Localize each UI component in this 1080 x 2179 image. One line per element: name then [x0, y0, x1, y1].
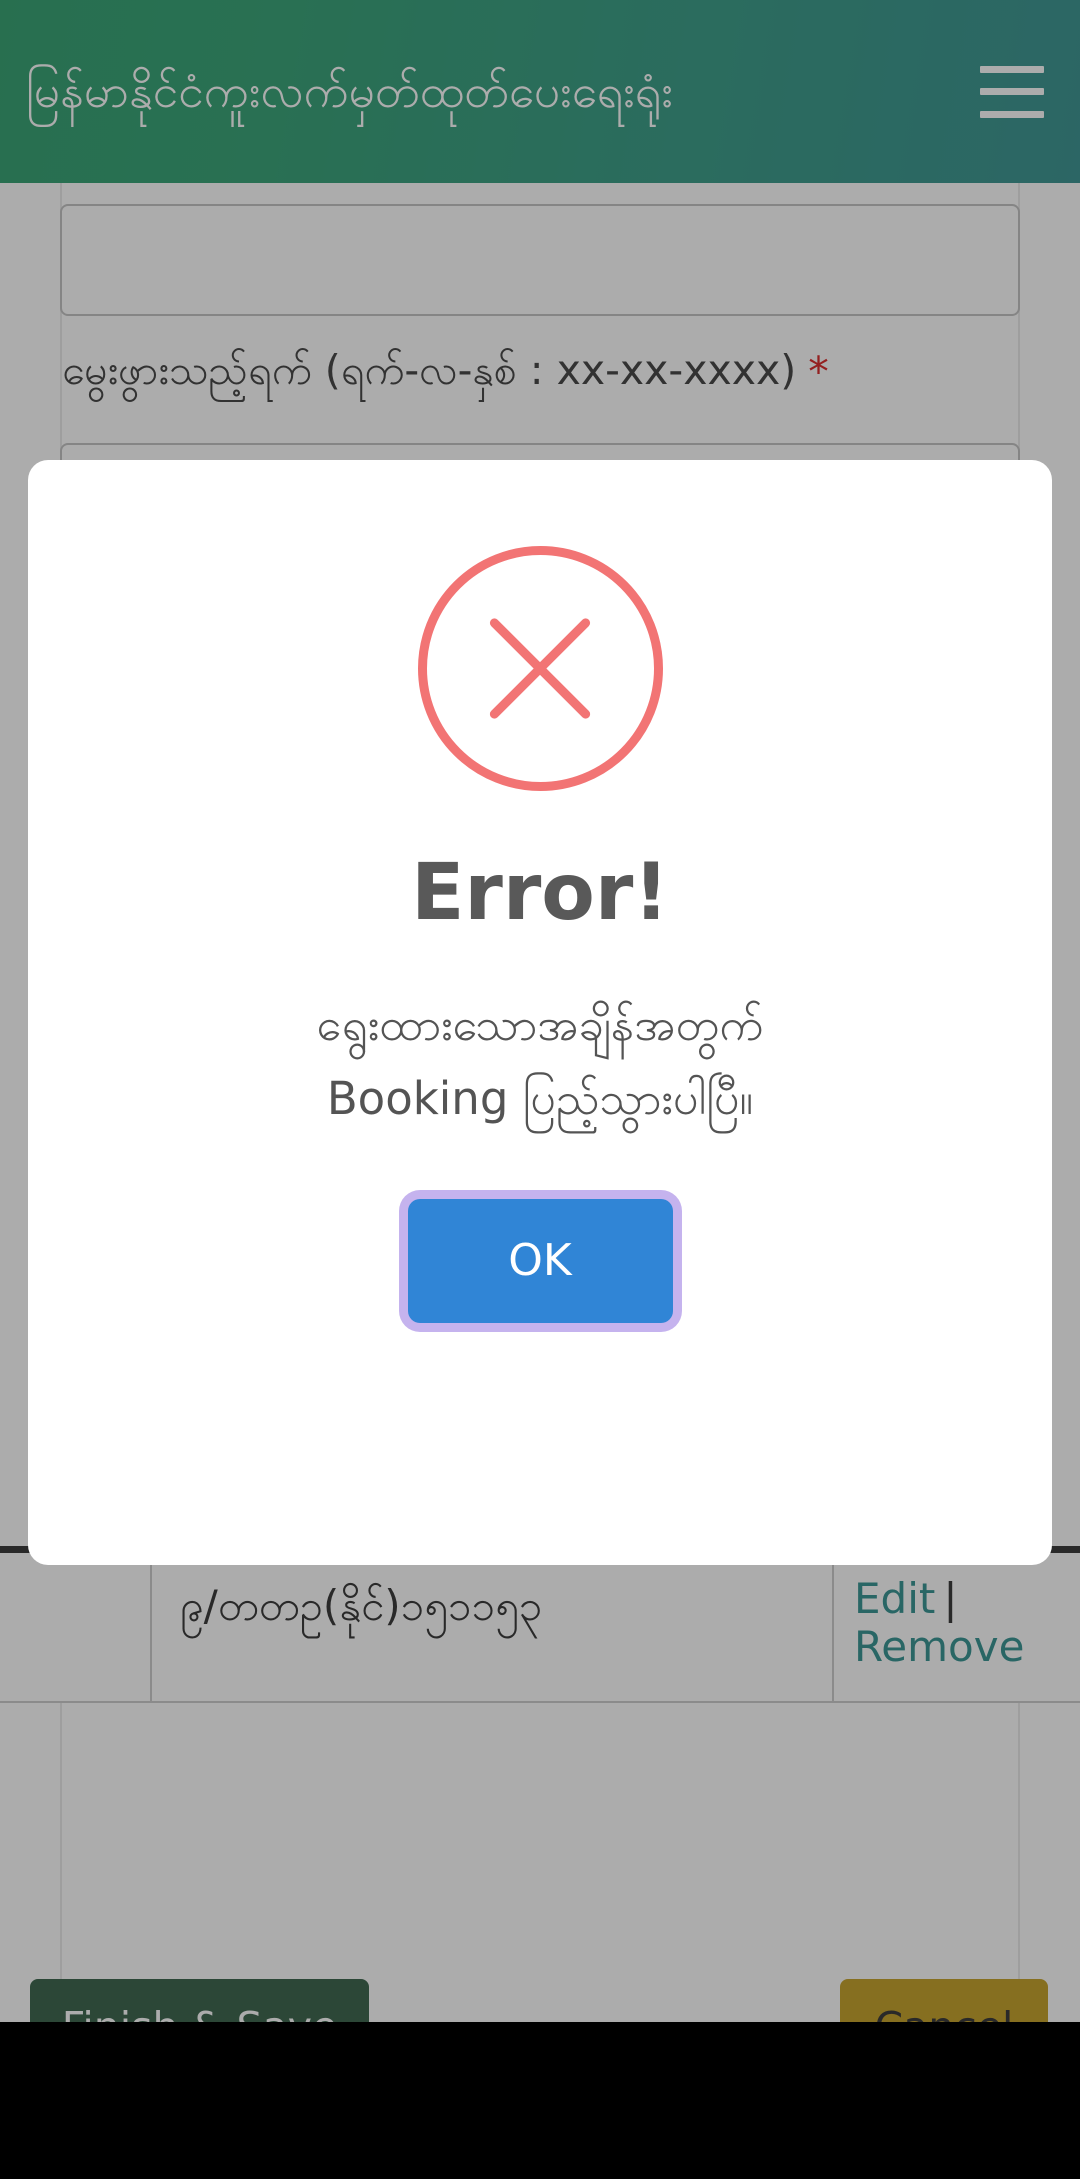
dialog-title: Error! — [411, 848, 669, 938]
system-navigation-bar — [0, 2022, 1080, 2179]
dialog-actions: OK — [407, 1198, 673, 1323]
dialog-message-line-1: ရွေးထားသောအချိန်အတွက် — [316, 998, 764, 1051]
error-dialog: Error! ရွေးထားသောအချိန်အတွက် Booking ပြည… — [28, 460, 1052, 1565]
dialog-message: ရွေးထားသောအချိန်အတွက် Booking ပြည့်သွားပ… — [277, 988, 804, 1137]
ok-button[interactable]: OK — [407, 1198, 673, 1323]
dialog-message-line-2: Booking ပြည့်သွားပါပြီ။ — [326, 1072, 754, 1126]
app-screenshot: မြန်မာနိုင်ငံကူးလက်မှတ်ထုတ်ပေးရေးရုံး မွ… — [0, 0, 1080, 2179]
error-circle-x-icon — [417, 546, 663, 791]
